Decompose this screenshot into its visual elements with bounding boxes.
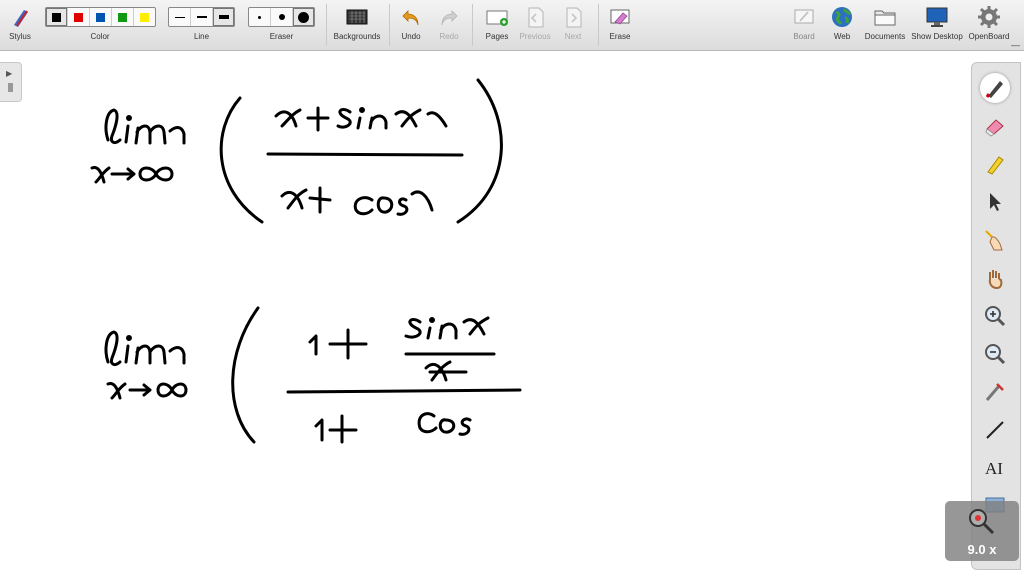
toolbar-divider (598, 4, 599, 46)
toolbar-divider (326, 4, 327, 46)
previous-label: Previous (519, 32, 551, 41)
backgrounds-label: Backgrounds (333, 32, 381, 41)
highlighter-tool-button[interactable] (980, 149, 1010, 179)
documents-label: Documents (864, 32, 906, 41)
show-desktop-button[interactable]: Show Desktop (909, 2, 965, 48)
select-tool-button[interactable] (980, 187, 1010, 217)
show-desktop-label: Show Desktop (911, 32, 963, 41)
undo-button[interactable]: Undo (396, 2, 426, 48)
line-tool-button[interactable] (980, 415, 1010, 445)
redo-label: Redo (439, 32, 459, 41)
backgrounds-icon (346, 9, 368, 25)
capture-tool-button[interactable] (980, 377, 1010, 407)
erase-label: Erase (609, 32, 631, 41)
board-label: Board (793, 32, 815, 41)
eraser-medium-button[interactable] (271, 8, 293, 26)
next-button[interactable]: Next (557, 2, 589, 48)
zoom-in-button[interactable] (980, 301, 1010, 331)
pen-icon (985, 81, 1003, 98)
stylus-label: Stylus (9, 32, 31, 41)
pen-tool-button[interactable] (980, 73, 1010, 103)
next-page-icon (566, 7, 582, 28)
whiteboard-canvas[interactable] (0, 52, 960, 572)
eraser-size-palette (248, 7, 315, 27)
text-tool-button[interactable]: AI (980, 453, 1010, 483)
next-label: Next (564, 32, 582, 41)
handwritten-limit-expression-1 (90, 78, 503, 224)
color-label: Color (90, 32, 110, 41)
toolbar-divider (389, 4, 390, 46)
line-icon (986, 421, 1004, 439)
color-group: Color (44, 2, 156, 48)
backgrounds-button[interactable]: Backgrounds (331, 2, 383, 48)
documents-button[interactable]: Documents (862, 2, 908, 48)
handwritten-limit-expression-2 (104, 306, 522, 444)
eraser-label: Eraser (269, 32, 294, 41)
globe-icon (832, 7, 852, 27)
text-icon: AI (985, 459, 1003, 478)
openboard-button[interactable]: OpenBoard (966, 2, 1012, 48)
color-swatch-black[interactable] (45, 8, 68, 26)
erase-button[interactable]: Erase (604, 2, 636, 48)
magnifier-icon (969, 509, 995, 535)
desktop-monitor-icon (926, 7, 948, 27)
color-swatch-red[interactable] (68, 8, 90, 26)
line-group: Line (168, 2, 235, 48)
eraser-tool-button[interactable] (980, 111, 1010, 141)
previous-page-icon (528, 7, 544, 28)
toolbar-divider (472, 4, 473, 46)
zoom-out-icon (985, 344, 1006, 365)
board-button[interactable]: Board (788, 2, 820, 48)
pages-button[interactable]: Pages (480, 2, 514, 48)
zoom-out-button[interactable] (980, 339, 1010, 369)
add-page-icon (486, 10, 508, 26)
zoom-indicator: 9.0 x (945, 501, 1019, 561)
line-thin-button[interactable] (169, 8, 191, 26)
tools-palette: AI (971, 62, 1021, 570)
line-width-palette (168, 7, 235, 27)
zoom-level-text: 9.0 x (967, 542, 997, 557)
board-icon (794, 9, 814, 24)
line-label: Line (193, 32, 210, 41)
undo-label: Undo (401, 32, 421, 41)
capture-icon (985, 383, 1004, 401)
folder-icon (874, 10, 896, 26)
laser-pointer-icon (985, 230, 1003, 251)
line-thick-button[interactable] (213, 8, 234, 26)
previous-button[interactable]: Previous (516, 2, 554, 48)
undo-icon (402, 10, 419, 26)
highlighter-icon (987, 156, 1004, 175)
eraser-group: Eraser (248, 2, 315, 48)
color-swatch-yellow[interactable] (134, 8, 155, 26)
laser-pointer-button[interactable] (980, 225, 1010, 255)
openboard-label: OpenBoard (968, 32, 1010, 41)
web-button[interactable]: Web (826, 2, 858, 48)
eraser-icon (985, 119, 1004, 137)
erase-board-icon (610, 9, 630, 25)
zoom-in-icon (985, 306, 1006, 327)
arrow-pointer-icon (990, 193, 1001, 211)
web-label: Web (833, 32, 851, 41)
line-medium-button[interactable] (191, 8, 213, 26)
top-toolbar: Stylus Color Line Eraser Backgrounds Und… (0, 0, 1024, 51)
color-swatch-green[interactable] (112, 8, 134, 26)
color-palette (44, 7, 156, 27)
color-swatch-blue[interactable] (90, 8, 112, 26)
hand-icon (988, 270, 1003, 290)
gear-icon (978, 6, 1000, 28)
eraser-large-button[interactable] (293, 8, 314, 26)
pages-label: Pages (485, 32, 509, 41)
stylus-icon (14, 10, 28, 27)
hand-tool-button[interactable] (980, 263, 1010, 293)
eraser-small-button[interactable] (249, 8, 271, 26)
redo-icon (441, 10, 458, 26)
stylus-button[interactable]: Stylus (4, 2, 36, 48)
svg-text:AI: AI (985, 459, 1003, 478)
window-minimize-icon[interactable]: — (1011, 40, 1020, 50)
redo-button[interactable]: Redo (434, 2, 464, 48)
